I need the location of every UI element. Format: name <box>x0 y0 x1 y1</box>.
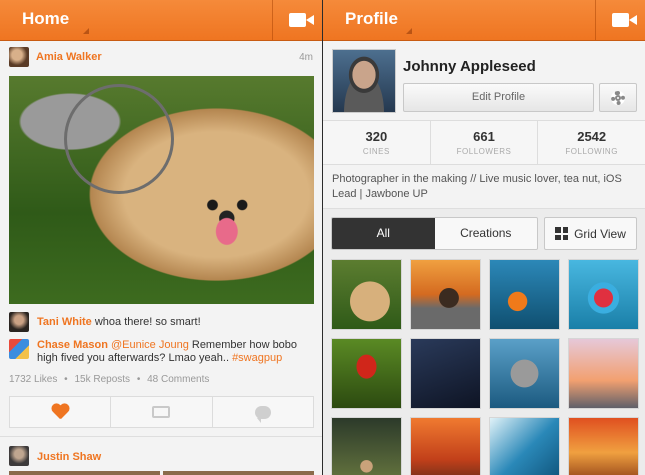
heart-icon <box>51 404 69 420</box>
stat-followers[interactable]: 661 FOLLOWERS <box>431 121 539 164</box>
tab-creations[interactable]: Creations <box>434 218 537 249</box>
settings-button[interactable] <box>599 83 637 112</box>
camera-button[interactable] <box>595 0 645 40</box>
comment-text: Tani White whoa there! so smart! <box>37 312 313 329</box>
grid-view-button[interactable]: Grid View <box>544 217 637 250</box>
comments-count[interactable]: 48 Comments <box>147 374 209 385</box>
media-thumbnail[interactable] <box>489 338 560 409</box>
media-thumbnail[interactable] <box>568 259 639 330</box>
next-post-photo[interactable] <box>9 471 314 475</box>
camera-button[interactable] <box>272 0 322 40</box>
home-title-menu[interactable]: Home <box>0 0 91 40</box>
tab-all[interactable]: All <box>332 218 435 249</box>
filter-tabs: All Creations <box>331 217 538 250</box>
comment-bubble-icon <box>254 405 271 423</box>
profile-title-menu[interactable]: Profile <box>323 0 414 40</box>
profile-name: Johnny Appleseed <box>403 58 536 75</box>
stat-label: FOLLOWERS <box>456 147 512 156</box>
menu-caret-icon <box>83 28 89 34</box>
post-time: 4m <box>299 52 313 63</box>
stat-value: 661 <box>473 129 495 144</box>
dog-face <box>174 161 284 271</box>
media-thumbnail[interactable] <box>489 259 560 330</box>
video-camera-icon <box>612 13 637 27</box>
post-stats: 1732 Likes • 15k Reposts • 48 Comments <box>9 374 213 385</box>
media-thumbnail[interactable] <box>568 338 639 409</box>
media-thumbnail[interactable] <box>410 417 481 475</box>
profile-panel: Profile Johnny Appleseed Edit Profile 32… <box>323 0 645 475</box>
avatar[interactable] <box>9 339 29 359</box>
post-author[interactable]: Amia Walker <box>36 51 102 63</box>
profile-avatar[interactable] <box>332 49 396 113</box>
avatar[interactable] <box>9 312 29 332</box>
grid-view-label: Grid View <box>574 226 626 241</box>
reposts-count[interactable]: 15k Reposts <box>74 374 130 385</box>
menu-caret-icon <box>406 28 412 34</box>
video-camera-icon <box>289 13 314 27</box>
repost-button[interactable] <box>111 397 213 427</box>
home-topbar: Home <box>0 0 322 41</box>
post-author[interactable]: Justin Shaw <box>37 451 101 463</box>
likes-count[interactable]: 1732 Likes <box>9 374 57 385</box>
media-thumbnail[interactable] <box>489 417 560 475</box>
repost-icon <box>152 406 171 418</box>
avatar[interactable] <box>9 446 29 466</box>
stat-label: FOLLOWING <box>565 147 618 156</box>
bicycle-wheel <box>64 84 174 194</box>
profile-title: Profile <box>345 9 398 28</box>
comment: Chase Mason @Eunice Joung Remember how b… <box>9 339 313 365</box>
post-actions <box>9 396 314 428</box>
stats-separator: • <box>64 374 68 385</box>
profile-topbar: Profile <box>323 0 645 41</box>
avatar[interactable] <box>9 47 29 67</box>
comment-button[interactable] <box>213 397 313 427</box>
media-thumbnail[interactable] <box>568 417 639 475</box>
like-button[interactable] <box>10 397 112 427</box>
home-feed-panel: Home Amia Walker 4m Tani White whoa ther… <box>0 0 322 475</box>
grid-icon <box>555 227 569 240</box>
comment-text: Chase Mason @Eunice Joung Remember how b… <box>37 339 313 365</box>
profile-stats: 320 CINES 661 FOLLOWERS 2542 FOLLOWING <box>323 120 645 165</box>
comment-author[interactable]: Tani White <box>37 316 92 328</box>
post-divider <box>0 436 322 437</box>
stats-separator: • <box>136 374 141 385</box>
mention-link[interactable]: @Eunice Joung <box>111 339 189 351</box>
stat-following[interactable]: 2542 FOLLOWING <box>538 121 645 164</box>
edit-profile-button[interactable]: Edit Profile <box>403 83 594 112</box>
comment-body: whoa there! so smart! <box>91 316 201 328</box>
hashtag-link[interactable]: #swagpup <box>232 352 282 364</box>
media-grid <box>331 259 639 475</box>
media-thumbnail[interactable] <box>331 417 402 475</box>
home-title: Home <box>22 9 70 28</box>
comment: Tani White whoa there! so smart! <box>9 312 313 332</box>
media-thumbnail[interactable] <box>331 259 402 330</box>
stat-value: 320 <box>365 129 388 144</box>
profile-bio: Photographer in the making // Live music… <box>332 173 622 200</box>
post-header: Justin Shaw <box>9 446 313 468</box>
post-photo[interactable] <box>9 76 314 304</box>
stat-value: 2542 <box>577 129 607 144</box>
gear-icon <box>611 90 625 105</box>
media-thumbnail[interactable] <box>410 259 481 330</box>
media-thumbnail[interactable] <box>410 338 481 409</box>
stat-cines[interactable]: 320 CINES <box>323 121 431 164</box>
stat-label: CINES <box>362 147 390 156</box>
post-header: Amia Walker 4m <box>9 47 313 69</box>
comment-author[interactable]: Chase Mason <box>37 339 108 351</box>
media-thumbnail[interactable] <box>331 338 402 409</box>
